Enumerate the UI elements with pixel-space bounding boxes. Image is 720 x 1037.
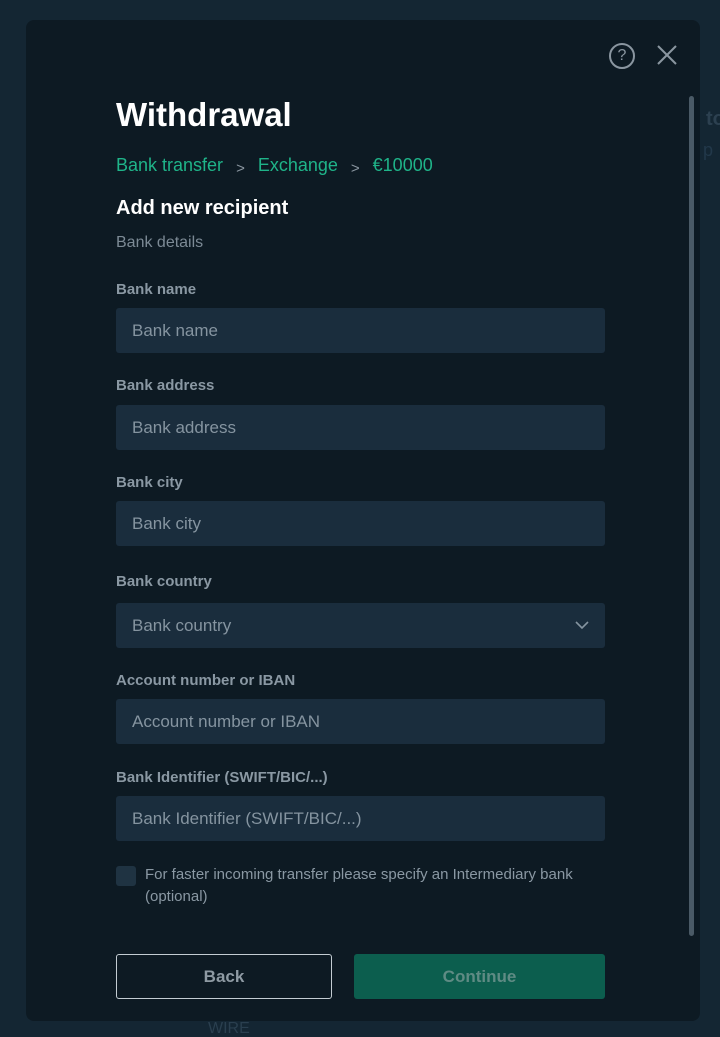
breadcrumb-item-exchange[interactable]: Exchange xyxy=(258,155,338,176)
modal-title: Withdrawal xyxy=(116,96,292,133)
bank-name-input[interactable] xyxy=(116,308,605,353)
bank-country-label: Bank country xyxy=(116,573,212,590)
chevron-down-icon xyxy=(575,621,589,630)
breadcrumb: Bank transfer > Exchange > €10000 xyxy=(116,155,433,177)
breadcrumb-item-amount[interactable]: €10000 xyxy=(373,155,433,176)
help-glyph: ? xyxy=(617,47,627,64)
back-button[interactable]: Back xyxy=(116,954,332,999)
intermediary-bank-label[interactable]: For faster incoming transfer please spec… xyxy=(145,864,605,908)
bank-country-select[interactable]: Bank country xyxy=(116,603,605,648)
breadcrumb-item-bank-transfer[interactable]: Bank transfer xyxy=(116,155,223,176)
bank-address-label: Bank address xyxy=(116,377,215,394)
backdrop-text-fragment: to xyxy=(706,108,720,130)
bank-identifier-label: Bank Identifier (SWIFT/BIC/...) xyxy=(116,769,328,786)
section-subtitle: Bank details xyxy=(116,234,204,251)
intermediary-bank-checkbox[interactable] xyxy=(116,866,136,886)
chevron-right-icon: > xyxy=(350,160,360,177)
section-title: Add new recipient xyxy=(116,197,289,219)
account-number-label: Account number or IBAN xyxy=(116,672,296,689)
bank-name-label: Bank name xyxy=(116,281,197,298)
bank-address-input[interactable] xyxy=(116,405,605,450)
bank-city-label: Bank city xyxy=(116,474,183,491)
bank-identifier-input[interactable] xyxy=(116,796,605,841)
close-icon[interactable] xyxy=(656,44,678,66)
account-number-input[interactable] xyxy=(116,699,605,744)
withdrawal-modal: ? Withdrawal Bank transfer > Exchange > … xyxy=(26,20,700,1021)
backdrop-text-fragment: WIRE xyxy=(208,1020,250,1037)
backdrop-text-fragment: p xyxy=(703,140,714,160)
intermediary-bank-option: For faster incoming transfer please spec… xyxy=(116,864,605,908)
scrollbar[interactable] xyxy=(689,96,694,936)
chevron-right-icon: > xyxy=(236,160,245,177)
question-circle-icon[interactable]: ? xyxy=(609,43,635,69)
bank-city-input[interactable] xyxy=(116,501,605,546)
bank-country-placeholder: Bank country xyxy=(132,615,232,635)
continue-button[interactable]: Continue xyxy=(354,954,605,999)
